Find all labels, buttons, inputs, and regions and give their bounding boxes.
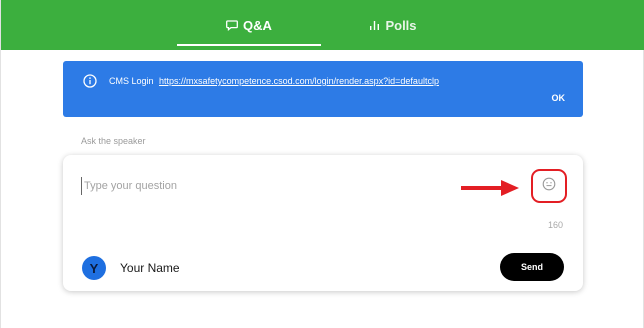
tab-qa[interactable]: Q&A bbox=[177, 0, 321, 50]
app-frame: Q&A Polls CMS Login https://mxsafetycomp… bbox=[0, 0, 644, 328]
emoji-button[interactable] bbox=[531, 169, 567, 203]
name-input[interactable] bbox=[120, 259, 320, 277]
char-counter: 160 bbox=[547, 220, 563, 230]
chat-bubble-icon bbox=[226, 19, 238, 31]
tab-polls[interactable]: Polls bbox=[321, 0, 465, 50]
cms-login-link[interactable]: https://mxsafetycompetence.csod.com/logi… bbox=[159, 76, 439, 86]
send-button[interactable]: Send bbox=[500, 253, 564, 281]
info-icon bbox=[83, 74, 97, 88]
ok-button[interactable]: OK bbox=[552, 93, 566, 103]
cms-login-banner: CMS Login https://mxsafetycompetence.cso… bbox=[63, 61, 583, 117]
banner-text: CMS Login https://mxsafetycompetence.cso… bbox=[109, 74, 439, 88]
ask-speaker-label: Ask the speaker bbox=[81, 136, 146, 146]
tab-bar: Q&A Polls bbox=[1, 0, 644, 50]
banner-prefix: CMS Login bbox=[109, 76, 154, 86]
question-card: 160 Y Send bbox=[63, 155, 583, 291]
avatar: Y bbox=[82, 256, 106, 280]
emoji-smile-icon bbox=[542, 177, 556, 196]
tab-qa-label: Q&A bbox=[243, 17, 272, 33]
active-tab-indicator bbox=[177, 44, 321, 46]
tab-polls-label: Polls bbox=[385, 17, 417, 33]
bar-chart-icon bbox=[369, 20, 380, 31]
red-arrow-annotation bbox=[461, 180, 519, 196]
question-input[interactable] bbox=[81, 177, 441, 195]
